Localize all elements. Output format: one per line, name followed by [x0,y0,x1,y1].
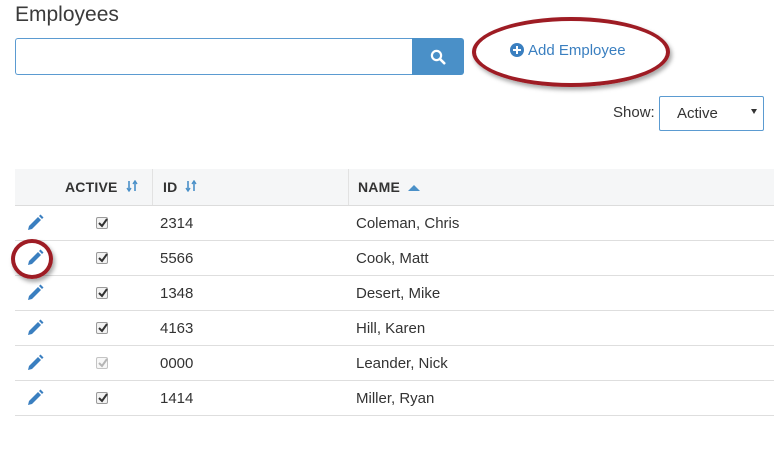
employee-id: 2314 [160,214,194,232]
pencil-icon [28,214,44,230]
employees-table: ACTIVE ID NAME 2314 Coleman, Chris 5566 … [15,169,774,416]
table-row: 0000 Leander, Nick [15,346,774,381]
show-filter-value: Active [677,105,718,122]
pencil-icon [28,319,44,335]
checkmark-icon [98,358,108,368]
edit-employee-button[interactable] [26,311,44,345]
active-checkbox[interactable] [96,287,108,299]
employee-name: Hill, Karen [356,319,426,337]
active-checkbox[interactable] [96,217,108,229]
employee-id: 1414 [160,389,194,407]
employee-name: Leander, Nick [356,354,448,372]
sort-icon [185,179,197,195]
employee-name: Desert, Mike [356,284,441,302]
active-checkbox[interactable] [96,252,108,264]
employee-id: 4163 [160,319,194,337]
show-filter-label: Show: [613,104,655,121]
employee-id: 0000 [160,354,194,372]
checkmark-icon [98,253,108,263]
column-header-name[interactable]: NAME [358,169,421,205]
employee-id: 1348 [160,284,194,302]
pencil-icon [28,284,44,300]
edit-employee-button[interactable] [26,276,44,310]
table-row: 1414 Miller, Ryan [15,381,774,416]
checkmark-icon [98,218,108,228]
page-title: Employees [15,3,119,26]
search-icon [430,49,446,64]
column-divider [348,169,349,205]
annotation-circle-edit [11,239,53,279]
pencil-icon [28,389,44,405]
dropdown-caret-icon [751,109,757,114]
checkmark-icon [98,323,108,333]
active-checkbox [96,357,108,369]
active-checkbox[interactable] [96,392,108,404]
edit-employee-button[interactable] [26,381,44,415]
show-filter-select[interactable]: Active [659,96,764,131]
search-button[interactable] [412,38,464,75]
column-header-id[interactable]: ID [163,169,197,205]
search-bar [15,38,464,75]
table-header: ACTIVE ID NAME [15,169,774,206]
table-row: 5566 Cook, Matt [15,241,774,276]
pencil-icon [28,354,44,370]
active-checkbox[interactable] [96,322,108,334]
edit-employee-button[interactable] [26,206,44,240]
edit-employee-button[interactable] [26,346,44,380]
employee-id: 5566 [160,249,194,267]
table-body: 2314 Coleman, Chris 5566 Cook, Matt 1348 Dese… [15,206,774,416]
employee-name: Miller, Ryan [356,389,435,407]
sort-ascending-icon [408,179,421,195]
annotation-circle-add-employee [472,17,670,87]
table-row: 1348 Desert, Mike [15,276,774,311]
table-row: 4163 Hill, Karen [15,311,774,346]
column-header-active[interactable]: ACTIVE [65,169,138,205]
table-row: 2314 Coleman, Chris [15,206,774,241]
employee-name: Cook, Matt [356,249,429,267]
sort-icon [125,179,138,195]
checkmark-icon [98,288,108,298]
checkmark-icon [98,393,108,403]
column-divider [152,169,153,205]
employee-name: Coleman, Chris [356,214,460,232]
search-input[interactable] [15,38,412,75]
